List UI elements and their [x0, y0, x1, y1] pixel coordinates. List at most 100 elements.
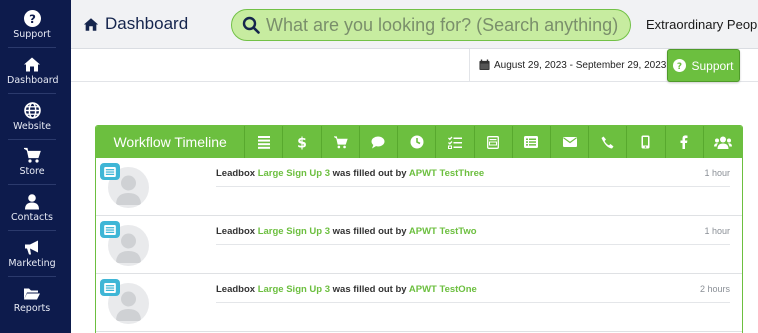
sidebar-item-label: Website	[13, 121, 51, 132]
divider	[216, 244, 730, 245]
facebook-icon	[680, 135, 688, 149]
contact-link[interactable]: APWT TestOne	[409, 284, 477, 295]
timeline-entry[interactable]: Leadbox Large Sign Up 3 was filled out b…	[96, 158, 742, 216]
page-title-text: Dashboard	[105, 14, 189, 33]
page-title[interactable]: Dashboard	[83, 14, 188, 34]
filter-leadbox-button[interactable]	[513, 126, 551, 158]
sidebar-item-label: Reports	[13, 303, 51, 314]
sidebar-item-reports[interactable]: Reports	[7, 286, 57, 315]
filter-checklist-button[interactable]	[436, 126, 475, 158]
company-name[interactable]: Extraordinary People	[646, 17, 758, 32]
entry-middle: was filled out by	[332, 226, 407, 237]
sidebar-item-label: Support	[13, 29, 51, 40]
entry-text: Leadbox Large Sign Up 3 was filled out b…	[216, 284, 477, 295]
contact-link[interactable]: APWT TestThree	[409, 168, 484, 179]
svg-text:$: $	[297, 135, 307, 150]
sidebar-item-label: Dashboard	[7, 75, 59, 86]
sidebar-item-website[interactable]: Website	[7, 102, 57, 133]
support-button[interactable]: ? Support	[667, 49, 740, 82]
divider	[216, 302, 730, 303]
globe-icon	[23, 102, 41, 119]
form-link[interactable]: Large Sign Up 3	[258, 284, 330, 295]
search-input[interactable]	[266, 14, 626, 36]
form-link[interactable]: Large Sign Up 3	[258, 226, 330, 237]
entry-prefix: Leadbox	[216, 226, 256, 237]
timeline-entry[interactable]: Leadbox Large Sign Up 3 was filled out b…	[96, 216, 742, 274]
search-icon[interactable]	[242, 16, 260, 34]
support-button-label: Support	[691, 58, 734, 73]
form-icon	[487, 135, 500, 149]
filter-forms-button[interactable]	[475, 126, 513, 158]
entry-time: 1 hour	[704, 226, 730, 236]
search-box	[231, 9, 631, 41]
sidebar-item-support[interactable]: ? Support	[7, 10, 57, 41]
table-icon	[104, 282, 116, 293]
sidebar-item-dashboard[interactable]: Dashboard	[7, 56, 59, 87]
filter-payments-button[interactable]: $	[283, 126, 322, 158]
entry-time: 2 hours	[699, 284, 730, 294]
sidebar: ? Support Dashboard Website Store Contac…	[0, 0, 71, 333]
cart-icon	[333, 135, 348, 148]
home-icon	[24, 57, 40, 72]
date-range-text: August 29, 2023 - September 29, 2023	[494, 59, 667, 71]
table-icon	[104, 166, 116, 177]
svg-text:?: ?	[677, 62, 682, 72]
home-icon	[83, 17, 99, 31]
entry-text: Leadbox Large Sign Up 3 was filled out b…	[216, 168, 484, 179]
list-icon	[257, 135, 270, 149]
sidebar-item-label: Contacts	[11, 212, 53, 223]
filter-calls-button[interactable]	[589, 126, 628, 158]
divider	[8, 230, 56, 231]
entry-text: Leadbox Large Sign Up 3 was filled out b…	[216, 226, 477, 237]
leadbox-badge	[100, 279, 120, 296]
entry-middle: was filled out by	[332, 284, 407, 295]
entry-time: 1 hour	[704, 168, 730, 178]
workflow-toolbar: Workflow Timeline $	[96, 126, 742, 158]
leadbox-badge	[100, 221, 120, 238]
divider	[8, 184, 56, 185]
workflow-title: Workflow Timeline	[96, 126, 246, 158]
phone-icon	[601, 136, 614, 148]
folder-icon	[24, 288, 40, 300]
sidebar-item-marketing[interactable]: Marketing	[7, 239, 57, 270]
svg-text:?: ?	[29, 12, 36, 26]
divider	[216, 186, 730, 187]
megaphone-icon	[25, 240, 38, 255]
cart-icon	[24, 147, 41, 163]
divider	[8, 93, 56, 94]
sub-header: August 29, 2023 - September 29, 2023 ? S…	[71, 49, 758, 82]
filter-all-button[interactable]	[245, 126, 284, 158]
question-circle-icon: ?	[23, 10, 41, 27]
filter-email-button[interactable]	[551, 126, 590, 158]
filter-orders-button[interactable]	[322, 126, 360, 158]
table-icon	[524, 136, 539, 148]
sidebar-item-label: Marketing	[8, 258, 56, 269]
filter-facebook-button[interactable]	[666, 126, 704, 158]
users-icon	[713, 136, 732, 149]
dollar-icon: $	[297, 135, 307, 150]
entry-middle: was filled out by	[332, 168, 407, 179]
clock-icon	[410, 135, 424, 149]
sidebar-item-label: Store	[19, 166, 45, 177]
chat-icon	[371, 136, 385, 148]
form-link[interactable]: Large Sign Up 3	[258, 168, 330, 179]
divider	[8, 47, 56, 48]
leadbox-badge	[100, 163, 120, 180]
mobile-icon	[641, 135, 650, 149]
filter-tasks-time-button[interactable]	[398, 126, 437, 158]
contact-link[interactable]: APWT TestTwo	[409, 226, 477, 237]
date-range-picker[interactable]: August 29, 2023 - September 29, 2023	[469, 49, 678, 81]
entry-prefix: Leadbox	[216, 284, 256, 295]
filter-sms-button[interactable]	[627, 126, 666, 158]
sidebar-item-store[interactable]: Store	[7, 147, 57, 178]
top-header: Dashboard Extraordinary People	[71, 0, 758, 49]
calendar-icon	[479, 59, 490, 71]
filter-chat-button[interactable]	[360, 126, 399, 158]
checklist-icon	[447, 136, 462, 149]
entry-prefix: Leadbox	[216, 168, 256, 179]
sidebar-item-contacts[interactable]: Contacts	[7, 193, 57, 224]
divider	[8, 139, 56, 140]
timeline-entry[interactable]: Leadbox Large Sign Up 3 was filled out b…	[96, 274, 742, 332]
filter-users-button[interactable]	[704, 126, 742, 158]
workflow-timeline-panel: Workflow Timeline $ Leadbox Large Sign U…	[95, 125, 743, 333]
